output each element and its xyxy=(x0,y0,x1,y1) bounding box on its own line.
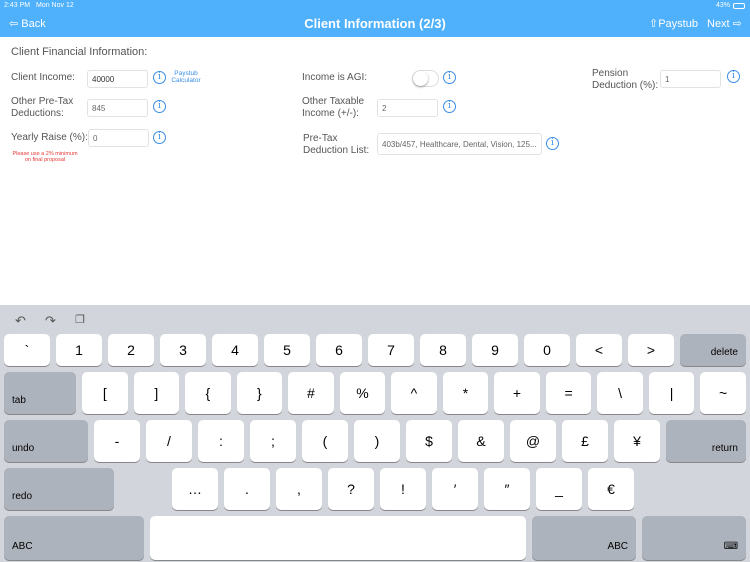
keyboard: ↶ ↷ ❐ ` 1 2 3 4 5 6 7 8 9 0 < > delete tab[]{} #% ^ * + = \… xyxy=(0,305,750,562)
raise-warning: Please use a 2% minimum on final proposa… xyxy=(12,151,78,163)
info-icon[interactable]: i xyxy=(443,71,456,84)
key[interactable]: * xyxy=(442,372,489,414)
key[interactable]: , xyxy=(276,468,322,510)
paystub-calculator-link[interactable]: Paystub Calculator xyxy=(168,70,204,84)
key[interactable]: ; xyxy=(250,420,296,462)
key[interactable]: 4 xyxy=(212,334,258,366)
tab-key[interactable]: tab xyxy=(4,372,76,414)
key[interactable]: < xyxy=(576,334,622,366)
income-agi-label: Income is AGI: xyxy=(302,72,368,83)
other-taxable-label: Other Taxable Income (+/-): xyxy=(302,96,365,119)
info-icon[interactable]: i xyxy=(153,131,166,144)
key[interactable]: # xyxy=(288,372,334,414)
key[interactable]: ( xyxy=(302,420,348,462)
info-icon[interactable]: i xyxy=(443,100,456,113)
undo-key[interactable]: undo xyxy=(4,420,88,462)
yearly-raise-input[interactable]: 0 xyxy=(88,129,149,147)
section-title: Client Financial Information: xyxy=(11,46,148,58)
key[interactable]: : xyxy=(198,420,244,462)
other-pretax-label: Other Pre-Tax Deductions: xyxy=(11,96,74,119)
key[interactable]: … xyxy=(172,468,218,510)
income-agi-toggle[interactable] xyxy=(412,70,439,87)
key[interactable]: 7 xyxy=(368,334,414,366)
key[interactable]: 5 xyxy=(264,334,310,366)
undo-icon[interactable]: ↶ xyxy=(15,313,26,329)
pretax-list-label: Pre-Tax Deduction List: xyxy=(303,133,370,156)
status-date: Mon Nov 12 xyxy=(36,2,74,9)
battery-icon xyxy=(733,3,745,9)
pension-label: Pension Deduction (%): xyxy=(592,68,659,91)
key[interactable]: 2 xyxy=(108,334,154,366)
key[interactable]: 8 xyxy=(420,334,466,366)
redo-key[interactable]: redo xyxy=(4,468,114,510)
key[interactable]: $ xyxy=(406,420,452,462)
key[interactable]: 0 xyxy=(524,334,570,366)
status-time: 2:43 PM xyxy=(4,2,31,9)
key[interactable]: ! xyxy=(380,468,426,510)
client-income-label: Client Income: xyxy=(11,72,75,83)
paystub-button[interactable]: ⇧Paystub xyxy=(649,17,698,30)
key[interactable]: } xyxy=(236,372,283,414)
client-income-input[interactable]: 40000 xyxy=(87,70,148,88)
other-taxable-input[interactable]: 2 xyxy=(377,99,438,117)
key[interactable]: ` xyxy=(4,334,50,366)
key[interactable]: { xyxy=(185,372,231,414)
return-key[interactable]: return xyxy=(666,420,746,462)
hide-keyboard-key[interactable]: ⌨ xyxy=(642,516,746,560)
delete-key[interactable]: delete xyxy=(680,334,746,366)
space-bar[interactable] xyxy=(150,516,526,560)
other-pretax-input[interactable]: 845 xyxy=(87,99,148,117)
key[interactable]: [ xyxy=(82,372,128,414)
abc-key[interactable]: ABC xyxy=(532,516,636,560)
key[interactable]: % xyxy=(339,372,386,414)
key[interactable]: | xyxy=(648,372,695,414)
info-icon[interactable]: i xyxy=(153,100,166,113)
key[interactable]: 3 xyxy=(160,334,206,366)
key[interactable]: \ xyxy=(597,372,643,414)
paste-icon[interactable]: ❐ xyxy=(75,313,85,326)
key[interactable]: € xyxy=(588,468,634,510)
key[interactable]: ′ xyxy=(432,468,478,510)
info-icon[interactable]: i xyxy=(727,70,740,83)
key[interactable]: 9 xyxy=(472,334,518,366)
redo-icon[interactable]: ↷ xyxy=(45,313,56,329)
key[interactable]: > xyxy=(628,334,674,366)
key[interactable]: ~ xyxy=(700,372,746,414)
pension-input[interactable]: 1 xyxy=(660,70,721,88)
key[interactable]: / xyxy=(146,420,192,462)
next-button[interactable]: Next ⇨ xyxy=(707,17,742,30)
battery-level: 43% xyxy=(715,2,730,9)
key[interactable]: - xyxy=(94,420,140,462)
key[interactable]: & xyxy=(458,420,504,462)
key[interactable]: ¥ xyxy=(614,420,660,462)
info-icon[interactable]: i xyxy=(153,71,166,84)
key[interactable]: + xyxy=(494,372,540,414)
key[interactable]: £ xyxy=(562,420,608,462)
page-title: Client Information (2/3) xyxy=(304,16,446,31)
key[interactable]: ? xyxy=(328,468,374,510)
pretax-list-input[interactable]: 403b/457, Healthcare, Dental, Vision, 12… xyxy=(377,133,542,155)
abc-key[interactable]: ABC xyxy=(4,516,144,560)
key[interactable]: ^ xyxy=(391,372,437,414)
key[interactable]: ) xyxy=(354,420,400,462)
info-icon[interactable]: i xyxy=(546,137,559,150)
key[interactable]: = xyxy=(545,372,592,414)
key[interactable]: _ xyxy=(536,468,582,510)
key[interactable]: . xyxy=(224,468,270,510)
key[interactable]: ″ xyxy=(484,468,530,510)
key[interactable]: 1 xyxy=(56,334,102,366)
nav-bar: 2:43 PM Mon Nov 12 43% ⇦ Back Client Inf… xyxy=(0,0,750,37)
key[interactable]: @ xyxy=(510,420,556,462)
yearly-raise-label: Yearly Raise (%): xyxy=(11,132,88,143)
key[interactable]: 6 xyxy=(316,334,362,366)
key[interactable]: ] xyxy=(133,372,180,414)
